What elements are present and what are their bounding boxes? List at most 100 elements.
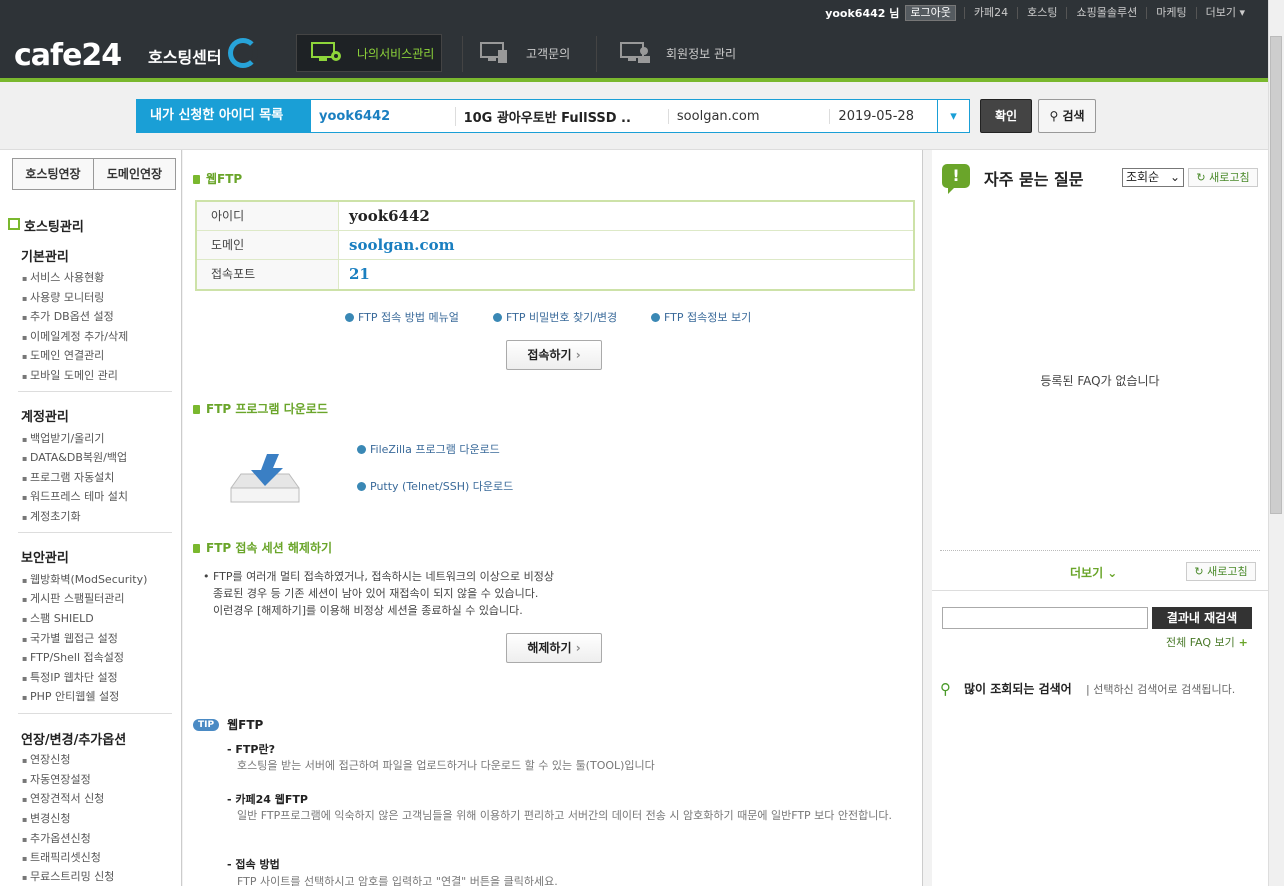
logout-button[interactable]: 로그아웃: [905, 5, 956, 21]
faq-sort-select[interactable]: 조회순 ⌄: [1122, 168, 1184, 187]
logo-ring-icon: [228, 38, 258, 68]
domain-extend-button[interactable]: 도메인연장: [94, 158, 176, 190]
search-within-results-button[interactable]: 결과내 재검색: [1152, 607, 1252, 629]
sidebar-item[interactable]: DATA&DB복원/백업: [22, 449, 127, 465]
top-navigation-bar: yook6442 님 로그아웃 카페24 호스팅 쇼핑몰솔루션 마케팅 더보기 …: [0, 0, 1268, 80]
popular-search-title: 많이 조회되는 검색어: [964, 682, 1072, 696]
nav-member-info[interactable]: 회원정보 관리: [620, 34, 770, 72]
sidebar-heading-label: 호스팅관리: [24, 220, 84, 235]
sidebar-item[interactable]: 특정IP 웹차단 설정: [22, 669, 118, 685]
confirm-button[interactable]: 확인: [980, 99, 1032, 133]
ftp-manual-link[interactable]: FTP 접속 방법 메뉴얼: [345, 309, 459, 325]
tip-item-title: - FTP란?: [227, 743, 275, 756]
account-select[interactable]: yook6442 10G 광아우토반 FullSSD .. soolgan.co…: [310, 99, 970, 133]
top-link-hosting[interactable]: 호스팅: [1017, 7, 1066, 19]
tip-item-title: - 접속 방법: [227, 858, 280, 871]
release-button[interactable]: 해제하기: [506, 633, 602, 663]
sidebar-item[interactable]: 계정초기화: [22, 508, 81, 524]
top-link-shop[interactable]: 쇼핑몰솔루션: [1066, 7, 1146, 19]
sidebar-item[interactable]: 모바일 도메인 관리: [22, 367, 118, 383]
nav-my-service-label: 나의서비스관리: [357, 46, 435, 61]
sidebar-item[interactable]: 스팸 SHIELD: [22, 610, 94, 626]
faq-refresh-button[interactable]: 새로고침: [1188, 168, 1258, 187]
username: yook6442 님: [825, 7, 900, 20]
nav-divider: [462, 36, 463, 72]
popular-search-desc: | 선택하신 검색어로 검색됩니다.: [1086, 683, 1236, 696]
table-row: 접속포트 21: [197, 260, 913, 289]
putty-download-link[interactable]: Putty (Telnet/SSH) 다운로드: [357, 478, 513, 494]
sidebar-category: 계정관리: [21, 410, 69, 425]
sidebar-item[interactable]: 변경신청: [22, 810, 70, 826]
main-content: 웹FTP 아이디 yook6442 도메인 soolgan.com 접속포트 2…: [183, 150, 923, 886]
table-value: yook6442: [349, 207, 430, 225]
sidebar-buttons: 호스팅연장 도메인연장: [12, 158, 176, 190]
sidebar-item[interactable]: 연장견적서 신청: [22, 790, 104, 806]
sidebar-item[interactable]: 서비스 사용현황: [22, 269, 104, 285]
nav-customer-inquiry[interactable]: 고객문의: [480, 34, 600, 72]
monitor-gear-icon: [311, 42, 343, 64]
sidebar-item[interactable]: PHP 안티웹쉘 설정: [22, 688, 119, 704]
sidebar-heading: 호스팅관리: [8, 216, 84, 235]
table-value: 21: [349, 265, 370, 283]
more-refresh-button[interactable]: 새로고침: [1186, 562, 1256, 581]
search-icon: ⚲: [940, 680, 951, 698]
monitor-user-icon: [620, 42, 652, 64]
sidebar-item[interactable]: 연장신청: [22, 751, 70, 767]
faq-empty-message: 등록된 FAQ가 없습니다: [1040, 374, 1160, 388]
hosting-extend-button[interactable]: 호스팅연장: [12, 158, 94, 190]
sidebar-item[interactable]: 백업받기/올리기: [22, 430, 105, 446]
search-button[interactable]: ⚲ 검색: [1038, 99, 1096, 133]
faq-title: 자주 묻는 질문: [984, 170, 1084, 189]
account-list-label: 내가 신청한 아이디 목록: [136, 99, 310, 133]
tip-item-title: - 카페24 웹FTP: [227, 793, 308, 806]
scrollbar-thumb[interactable]: [1270, 36, 1282, 514]
faq-sort-value: 조회순: [1126, 170, 1160, 184]
tip-heading: TIP 웹FTP: [193, 716, 263, 733]
faq-more-link[interactable]: 더보기: [1070, 564, 1117, 581]
sidebar-item[interactable]: 추가옵션신청: [22, 830, 91, 846]
top-link-more[interactable]: 더보기 ▾: [1195, 6, 1254, 19]
webftp-title: 웹FTP: [193, 170, 242, 187]
filezilla-download-link[interactable]: FileZilla 프로그램 다운로드: [357, 441, 500, 457]
nav-divider: [596, 36, 597, 72]
divider: [932, 590, 1268, 591]
sidebar-item[interactable]: 국가별 웹접근 설정: [22, 630, 118, 646]
right-panel: ! 자주 묻는 질문 조회순 ⌄ 새로고침 등록된 FAQ가 없습니다 더보기 …: [932, 150, 1268, 886]
top-link-more-label: 더보기: [1205, 6, 1236, 19]
caret-down-icon: ▾: [1239, 6, 1245, 19]
top-link-marketing[interactable]: 마케팅: [1146, 7, 1195, 19]
sidebar-item[interactable]: FTP/Shell 접속설정: [22, 649, 124, 665]
account-id: yook6442: [319, 108, 391, 124]
sidebar-item[interactable]: 사용량 모니터링: [22, 289, 104, 305]
cafe24-logo[interactable]: cafe24: [14, 38, 122, 73]
table-key: 도메인: [197, 231, 339, 259]
tip-item-desc: 일반 FTP프로그램에 익숙하지 않은 고객님들을 위해 이용하기 편리하고 서…: [237, 809, 893, 822]
sidebar-item[interactable]: 추가 DB옵션 설정: [22, 308, 114, 324]
sidebar-item[interactable]: 도메인 연결관리: [22, 347, 104, 363]
download-drive-icon: [227, 452, 303, 511]
session-line: 이런경우 [해제하기]를 이용해 비정상 세션을 종료하실 수 있습니다.: [213, 604, 523, 617]
all-faq-link[interactable]: 전체 FAQ 보기: [1166, 634, 1248, 650]
sidebar-item[interactable]: 트래픽리셋신청: [22, 849, 101, 865]
sidebar-item[interactable]: 프로그램 자동설치: [22, 469, 114, 485]
ftp-info-link[interactable]: FTP 접속정보 보기: [651, 309, 751, 325]
ftp-password-link[interactable]: FTP 비밀번호 찾기/변경: [493, 309, 617, 325]
faq-search-input[interactable]: [942, 607, 1148, 629]
sidebar-item[interactable]: 워드프레스 테마 설치: [22, 488, 128, 504]
sidebar-item[interactable]: 웹방화벽(ModSecurity): [22, 571, 147, 587]
chevron-down-icon[interactable]: ▾: [937, 100, 969, 132]
divider: [18, 713, 172, 714]
divider: [18, 532, 172, 533]
connect-button[interactable]: 접속하기: [506, 340, 602, 370]
top-link-cafe24[interactable]: 카페24: [963, 7, 1017, 19]
nav-customer-inquiry-label: 고객문의: [526, 46, 571, 61]
sidebar-category: 기본관리: [21, 250, 69, 265]
session-description: • FTP를 여러개 멀티 접속하였거나, 접속하시는 네트워크의 이상으로 비…: [203, 568, 554, 619]
tip-badge: TIP: [193, 718, 220, 731]
nav-my-service[interactable]: 나의서비스관리: [296, 34, 442, 72]
monitor-phone-icon: [480, 42, 512, 64]
sidebar-item[interactable]: 이메일계정 추가/삭제: [22, 328, 128, 344]
sidebar-item[interactable]: 자동연장설정: [22, 771, 91, 787]
sidebar-item[interactable]: 게시판 스팸필터관리: [22, 590, 125, 606]
sidebar-item[interactable]: 무료스트리밍 신청: [22, 868, 114, 884]
